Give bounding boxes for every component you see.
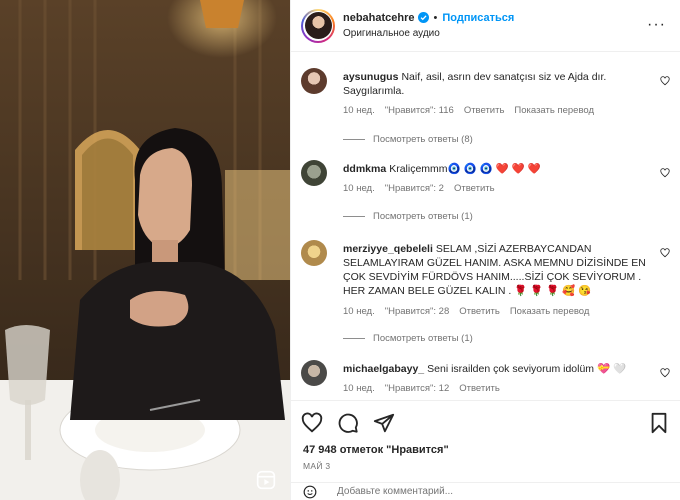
comment-like-heart-icon[interactable] <box>660 248 670 258</box>
commenter-avatar[interactable] <box>301 240 327 266</box>
post-likes-count[interactable]: 47 948 отметок "Нравится" <box>303 444 449 456</box>
comment-like-heart-icon[interactable] <box>660 368 670 378</box>
comment-meta: 10 нед. "Нравится": 116 Ответить Показат… <box>343 105 594 116</box>
separator-dot: • <box>433 11 438 24</box>
view-replies-label: Посмотреть ответы (1) <box>373 333 473 344</box>
comment-likes-count[interactable]: "Нравится": 116 <box>385 105 454 116</box>
comment-username[interactable]: aysunugus <box>343 71 398 83</box>
comment-username[interactable]: merziyye_qebeleli <box>343 243 433 255</box>
comment-likes-count[interactable]: "Нравится": 12 <box>385 383 450 394</box>
smiley-icon[interactable] <box>303 485 317 499</box>
comment-item: michaelgabayy_ Seni israilden çok seviyor… <box>301 360 670 400</box>
reels-icon <box>256 470 276 490</box>
commenter-avatar[interactable] <box>301 360 327 386</box>
verified-badge-icon <box>417 12 429 23</box>
view-replies-button[interactable]: Посмотреть ответы (1) <box>343 211 473 222</box>
comment-text: Seni israilden çok seviyorum idolüm 💝 🤍 <box>427 363 627 375</box>
comment-time: 10 нед. <box>343 183 375 194</box>
post-header: nebahatcehre • Подписаться Оригинальное … <box>291 0 680 52</box>
replies-divider-line <box>343 216 365 217</box>
commenter-avatar[interactable] <box>301 160 327 186</box>
comment-meta: 10 нед. "Нравится": 2 Ответить <box>343 183 495 194</box>
more-options-icon[interactable]: ··· <box>647 16 666 34</box>
reply-button[interactable]: Ответить <box>454 183 495 194</box>
comment-text: Kraliçemmm🧿 🧿 🧿 ❤️ ❤️ ❤️ <box>389 163 541 175</box>
comment-time: 10 нед. <box>343 306 375 317</box>
view-replies-label: Посмотреть ответы (8) <box>373 134 473 145</box>
video-frame <box>0 0 290 500</box>
replies-divider-line <box>343 139 365 140</box>
comment-time: 10 нед. <box>343 383 375 394</box>
reply-button[interactable]: Ответить <box>459 306 500 317</box>
comment-like-heart-icon[interactable] <box>660 76 670 86</box>
comment-icon[interactable] <box>337 412 359 434</box>
instagram-post-view: nebahatcehre • Подписаться Оригинальное … <box>0 0 680 500</box>
post-actions-bar <box>291 400 680 444</box>
comment-input[interactable] <box>337 486 577 497</box>
view-replies-button[interactable]: Посмотреть ответы (8) <box>343 134 473 145</box>
comment-item: merziyye_qebeleli SELAM ,SİZİ AZERBAYCAND… <box>301 240 670 345</box>
view-replies-button[interactable]: Посмотреть ответы (1) <box>343 333 473 344</box>
reply-button[interactable]: Ответить <box>464 105 505 116</box>
comment-item: ddmkma Kraliçemmm🧿 🧿 🧿 ❤️ ❤️ ❤️ 10 нед. "… <box>301 160 670 230</box>
comment-meta: 10 нед. "Нравится": 28 Ответить Показать… <box>343 306 589 317</box>
commenter-avatar[interactable] <box>301 68 327 94</box>
comment-time: 10 нед. <box>343 105 375 116</box>
comment-likes-count[interactable]: "Нравится": 2 <box>385 183 444 194</box>
post-video[interactable] <box>0 0 290 500</box>
replies-divider-line <box>343 338 365 339</box>
author-username[interactable]: nebahatcehre <box>343 10 415 26</box>
view-replies-label: Посмотреть ответы (1) <box>373 211 473 222</box>
heart-icon[interactable] <box>301 412 323 434</box>
avatar-image <box>304 12 332 39</box>
follow-button[interactable]: Подписаться <box>442 10 514 26</box>
bookmark-icon[interactable] <box>648 412 670 434</box>
comment-username[interactable]: ddmkma <box>343 163 386 175</box>
send-icon[interactable] <box>373 412 395 434</box>
show-translation-button[interactable]: Показать перевод <box>510 306 590 317</box>
post-date[interactable]: МАЙ 3 <box>303 461 330 471</box>
reply-button[interactable]: Ответить <box>459 383 500 394</box>
comment-meta: 10 нед. "Нравится": 12 Ответить <box>343 383 500 394</box>
comment-like-heart-icon[interactable] <box>660 168 670 178</box>
audio-label[interactable]: Оригинальное аудио <box>343 26 514 42</box>
add-comment-bar <box>291 482 680 500</box>
comment-item: aysunugus Naif, asil, asrın dev sanatçısı… <box>301 68 670 168</box>
show-translation-button[interactable]: Показать перевод <box>514 105 594 116</box>
comment-likes-count[interactable]: "Нравится": 28 <box>385 306 450 317</box>
author-avatar[interactable] <box>301 8 335 43</box>
comments-list[interactable]: aysunugus Naif, asil, asrın dev sanatçısı… <box>291 52 680 400</box>
comment-username[interactable]: michaelgabayy_ <box>343 363 424 375</box>
post-details-panel: nebahatcehre • Подписаться Оригинальное … <box>290 0 680 500</box>
